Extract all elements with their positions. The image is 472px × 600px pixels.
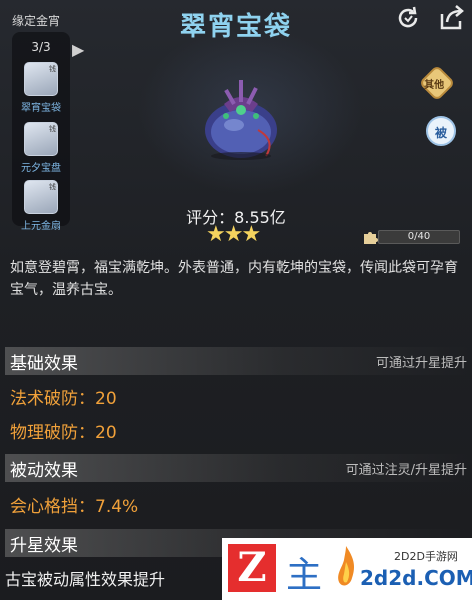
refresh-icon[interactable]: [394, 4, 422, 32]
share-icon[interactable]: [438, 4, 466, 32]
item-description: 如意登碧霄，福宝满乾坤。外表普通，内有乾坤的宝袋，传闻此袋可孕育宝气，温养古宝。: [10, 260, 458, 298]
passive-stat-0: 会心格挡：7.4%: [10, 497, 139, 517]
basic-stat-1: 物理破防：20: [10, 423, 117, 443]
star-effect-description: 古宝被动属性效果提升: [5, 570, 166, 589]
flame-icon: [334, 544, 358, 592]
section-title: 基础效果: [10, 354, 78, 374]
item-badge: 钱: [49, 65, 56, 73]
item-badge: 钱: [49, 183, 56, 191]
passive-effects-header: 被动效果 可通过注灵/升星提升: [5, 454, 469, 482]
bound-item-name: 元夕宝盘: [21, 163, 61, 174]
watermark-char: 主: [286, 555, 323, 596]
section-title: 升星效果: [10, 536, 78, 556]
pouch-item-icon: [196, 70, 286, 162]
other-button-label: 其他: [424, 79, 445, 91]
watermark-site: 2d2d.COM: [360, 566, 472, 590]
pouch-icon: 钱: [24, 62, 58, 96]
section-title: 被动效果: [10, 461, 78, 481]
bound-set-panel: 3/3 钱 翠宵宝袋 钱 元夕宝盘 钱 上元金扇: [12, 32, 70, 232]
section-note: 可通过注灵/升星提升: [345, 463, 467, 478]
plate-icon: 钱: [24, 122, 58, 156]
bound-item-name: 翠宵宝袋: [21, 103, 61, 114]
basic-stat-0: 法术破防：20: [10, 389, 117, 409]
passive-button[interactable]: 被: [426, 116, 456, 146]
bound-set-count: 3/3: [31, 40, 51, 54]
bound-set-label: 缘定金宵: [12, 14, 61, 28]
shard-progress-text: 0/40: [407, 231, 431, 242]
shard-progress-bar: 0/40: [378, 230, 460, 244]
star-rating: ★★★: [206, 222, 261, 247]
watermark-tag: 2D2D手游网: [394, 550, 458, 563]
chevron-right-icon[interactable]: ▶: [72, 40, 84, 59]
basic-effects-header: 基础效果 可通过升星提升: [5, 347, 469, 375]
watermark: Z 主 2D2D手游网 2d2d.COM: [222, 538, 472, 600]
bound-item-0[interactable]: 钱 翠宵宝袋: [18, 62, 64, 114]
bound-item-1[interactable]: 钱 元夕宝盘: [18, 122, 64, 174]
section-note: 可通过升星提升: [375, 356, 467, 371]
watermark-logo: Z: [228, 544, 276, 592]
item-badge: 钱: [49, 125, 56, 133]
